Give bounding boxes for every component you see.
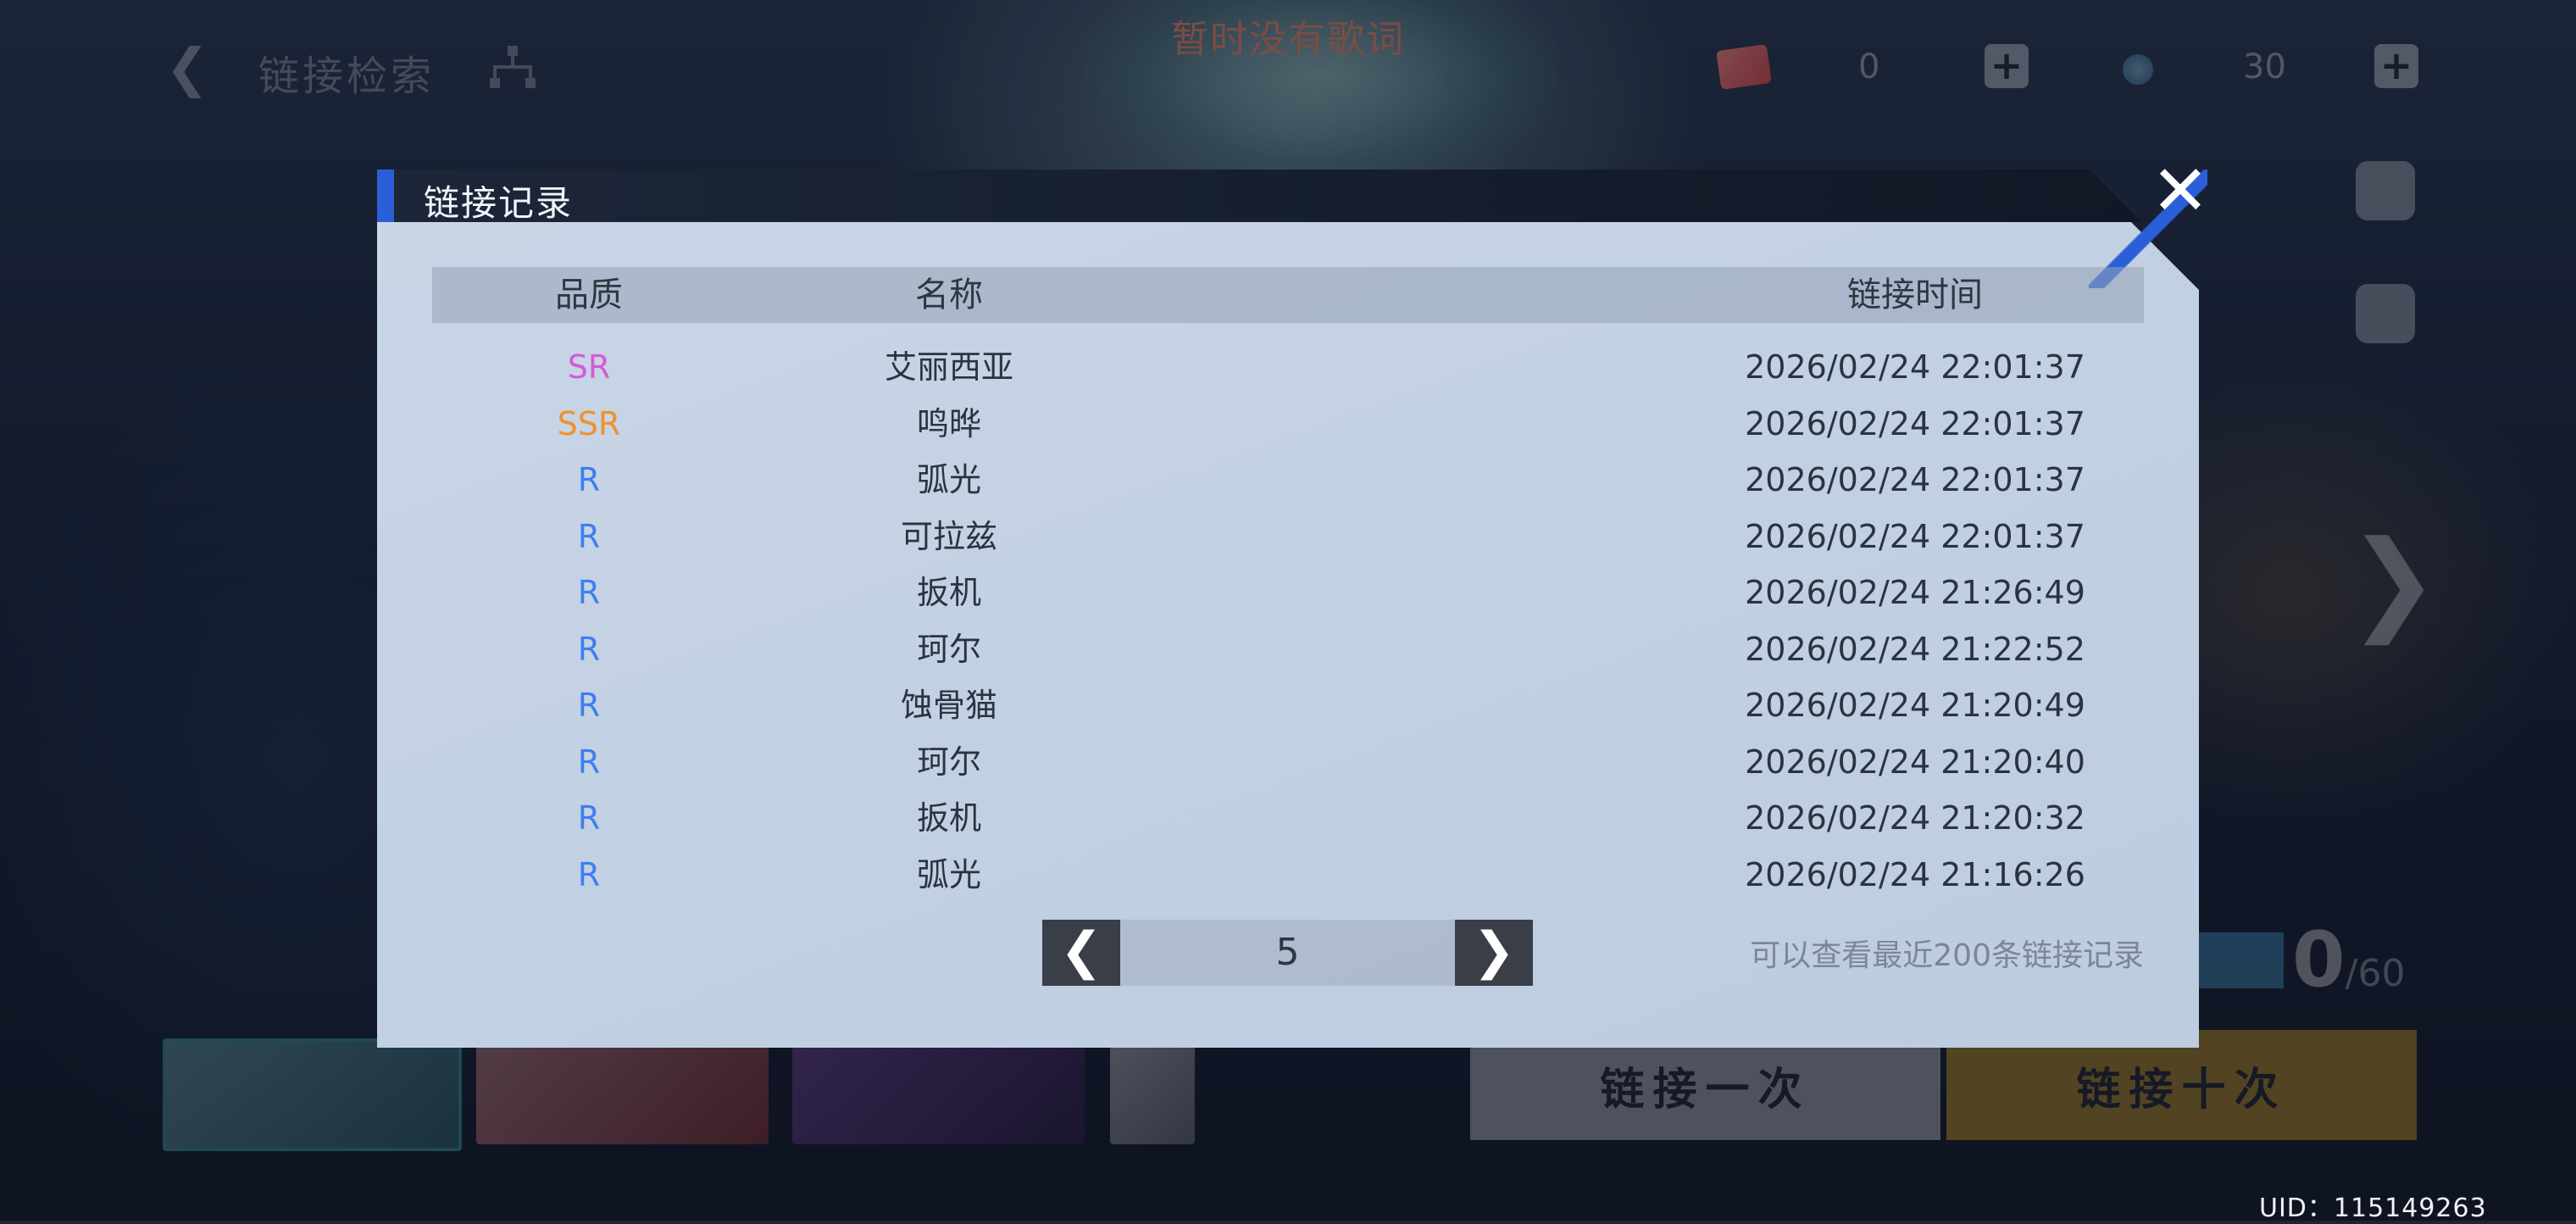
- row-time: 2026/02/24 22:01:37: [1745, 348, 2085, 386]
- column-name: 名称: [915, 275, 983, 314]
- row-time: 2026/02/24 22:01:37: [1745, 461, 2085, 498]
- next-page-button[interactable]: ❯: [1455, 920, 1533, 986]
- row-name: 珂尔: [916, 743, 981, 781]
- dialog-accent-bar: [377, 170, 394, 222]
- record-table: SR 艾丽西亚 2026/02/24 22:01:37 SSR 鸣晔 2026/02/24…: [432, 339, 2144, 903]
- table-row: R 扳机 2026/02/24 21:26:49: [432, 565, 2144, 621]
- row-quality: R: [577, 799, 601, 837]
- row-name: 珂尔: [916, 630, 981, 668]
- row-time: 2026/02/24 21:20:49: [1745, 687, 2085, 724]
- table-row: R 弧光 2026/02/24 22:01:37: [432, 452, 2144, 509]
- row-quality: SR: [567, 348, 611, 386]
- prev-page-button[interactable]: ❮: [1042, 920, 1120, 986]
- uid-label: UID：115149263: [2259, 1193, 2487, 1223]
- row-time: 2026/02/24 21:20:32: [1745, 799, 2085, 837]
- row-time: 2026/02/24 22:01:37: [1745, 404, 2085, 442]
- row-quality: R: [577, 743, 601, 781]
- row-time: 2026/02/24 21:26:49: [1745, 574, 2085, 611]
- row-quality: R: [577, 630, 601, 668]
- column-quality: 品质: [555, 275, 623, 314]
- record-hint: 可以查看最近200条链接记录: [1750, 938, 2144, 973]
- table-row: R 珂尔 2026/02/24 21:20:40: [432, 734, 2144, 791]
- row-name: 可拉兹: [900, 517, 997, 555]
- column-time: 链接时间: [1847, 275, 1983, 314]
- table-row: R 弧光 2026/02/24 21:16:26: [432, 847, 2144, 904]
- table-header: 品质 名称 链接时间: [432, 267, 2144, 323]
- pull-record-dialog: 链接记录 品质 名称 链接时间 SR 艾丽西亚 2026/02/24 22:01:3…: [377, 170, 2207, 1048]
- dialog-title: 链接记录: [424, 182, 574, 224]
- row-quality: SSR: [557, 404, 621, 442]
- row-quality: R: [577, 517, 601, 555]
- row-name: 扳机: [916, 574, 981, 611]
- table-row: R 珂尔 2026/02/24 21:22:52: [432, 621, 2144, 678]
- row-time: 2026/02/24 21:22:52: [1745, 630, 2085, 668]
- row-quality: R: [577, 855, 601, 893]
- row-time: 2026/02/24 21:16:26: [1745, 855, 2085, 893]
- row-name: 弧光: [916, 461, 981, 498]
- row-name: 扳机: [916, 799, 981, 837]
- row-quality: R: [577, 574, 601, 611]
- table-row: R 蚀骨猫 2026/02/24 21:20:49: [432, 677, 2144, 734]
- table-row: SR 艾丽西亚 2026/02/24 22:01:37: [432, 339, 2144, 396]
- table-row: SSR 鸣晔 2026/02/24 22:01:37: [432, 396, 2144, 453]
- row-time: 2026/02/24 21:20:40: [1745, 743, 2085, 781]
- table-row: R 扳机 2026/02/24 21:20:32: [432, 790, 2144, 847]
- table-row: R 可拉兹 2026/02/24 22:01:37: [432, 509, 2144, 565]
- row-name: 弧光: [916, 855, 981, 893]
- page-number: 5: [1120, 920, 1455, 986]
- dialog-header: [377, 170, 2199, 222]
- row-time: 2026/02/24 22:01:37: [1745, 517, 2085, 555]
- close-icon[interactable]: ✕: [2148, 157, 2212, 226]
- row-name: 艾丽西亚: [884, 348, 1013, 386]
- row-name: 蚀骨猫: [900, 687, 997, 724]
- row-quality: R: [577, 687, 601, 724]
- row-name: 鸣晔: [916, 404, 981, 442]
- row-quality: R: [577, 461, 601, 498]
